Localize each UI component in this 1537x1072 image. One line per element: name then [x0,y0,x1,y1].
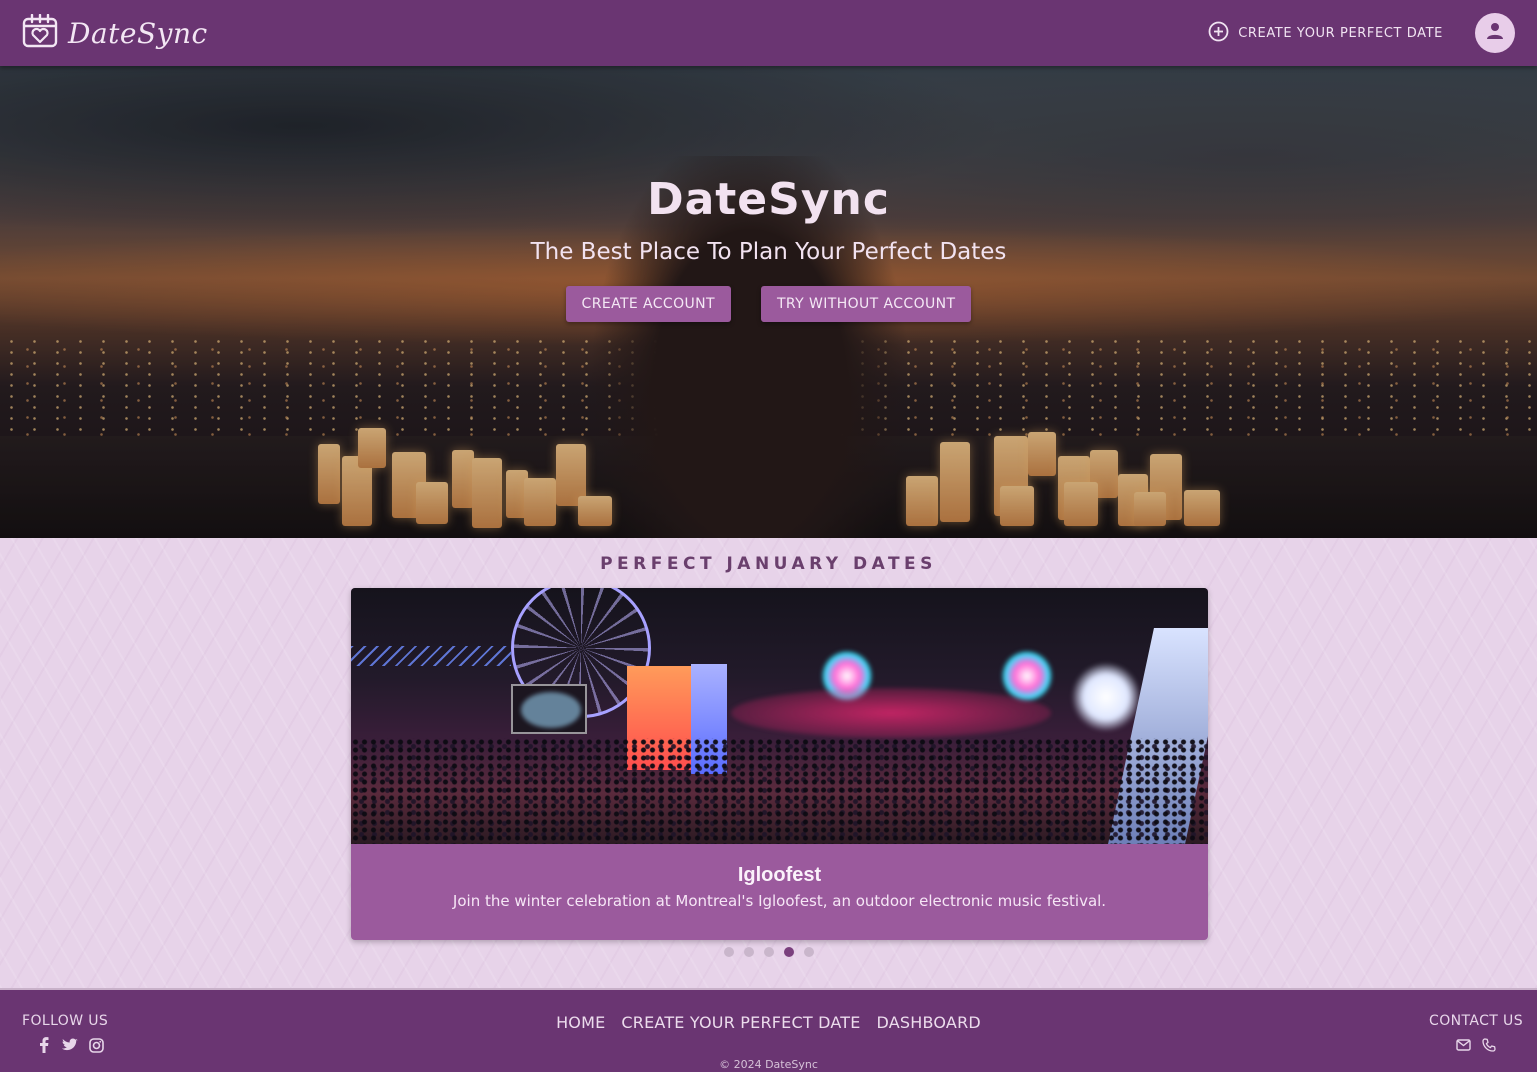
carousel-dot[interactable] [803,947,814,957]
carousel-dot[interactable] [743,947,754,957]
section-title: PERFECT JANUARY DATES [600,554,937,574]
plus-circle-icon [1208,21,1229,46]
facebook-icon[interactable] [36,1037,52,1053]
try-without-account-button[interactable]: TRY WITHOUT ACCOUNT [760,286,972,322]
footer-link-dashboard[interactable]: DASHBOARD [877,1013,981,1032]
carousel-dots [0,947,1537,957]
social-links [36,1037,104,1053]
create-account-button[interactable]: CREATE ACCOUNT [565,286,731,322]
carousel-dot[interactable] [783,947,794,957]
footer-nav: HOME CREATE YOUR PERFECT DATE DASHBOARD [0,1013,1537,1032]
brand-logo[interactable]: DateSync [22,13,208,52]
card-title: Igloofest [737,864,822,886]
carousel-dot[interactable] [723,947,734,957]
person-icon [1486,22,1504,44]
instagram-icon[interactable] [88,1037,104,1053]
create-date-nav-button[interactable]: CREATE YOUR PERFECT DATE [1208,21,1443,46]
contact-us-label: CONTACT US [1429,1013,1523,1029]
festival-crowd [351,738,1208,844]
hero-subtitle: The Best Place To Plan Your Perfect Date… [530,239,1007,265]
carousel-dot[interactable] [763,947,774,957]
hero-section: DateSync The Best Place To Plan Your Per… [0,66,1537,538]
date-card[interactable]: Igloofest Join the winter celebration at… [351,588,1208,940]
calendar-heart-icon [22,13,58,52]
footer-link-home[interactable]: HOME [556,1013,605,1032]
hero-content: DateSync The Best Place To Plan Your Per… [0,66,1537,538]
light-glow [521,692,581,728]
card-body: Igloofest Join the winter celebration at… [351,844,1208,940]
avatar[interactable] [1475,13,1515,53]
footer-link-create-date[interactable]: CREATE YOUR PERFECT DATE [621,1013,860,1032]
create-date-nav-label: CREATE YOUR PERFECT DATE [1238,25,1443,41]
phone-icon[interactable] [1481,1037,1497,1053]
igloofest-image [351,588,1208,844]
copyright-text: © 2024 DateSync [719,1058,818,1071]
light-glow [731,688,1051,738]
bridge-lights [351,646,511,666]
light-glow [1071,662,1141,732]
dates-section: PERFECT JANUARY DATES Igloofest Join the… [0,538,1537,988]
mail-icon[interactable] [1455,1037,1471,1053]
contact-links [1455,1037,1497,1053]
light-glow [1001,650,1053,702]
brand-name: DateSync [68,16,208,50]
top-navbar: DateSync CREATE YOUR PERFECT DATE [0,0,1537,66]
footer: FOLLOW US HOME CREATE YOUR PERFECT DATE … [0,988,1537,1072]
card-description: Join the winter celebration at Montreal'… [452,892,1107,910]
hero-title: DateSync [647,174,890,225]
twitter-icon[interactable] [62,1037,78,1053]
hero-buttons: CREATE ACCOUNT TRY WITHOUT ACCOUNT [0,286,1537,322]
